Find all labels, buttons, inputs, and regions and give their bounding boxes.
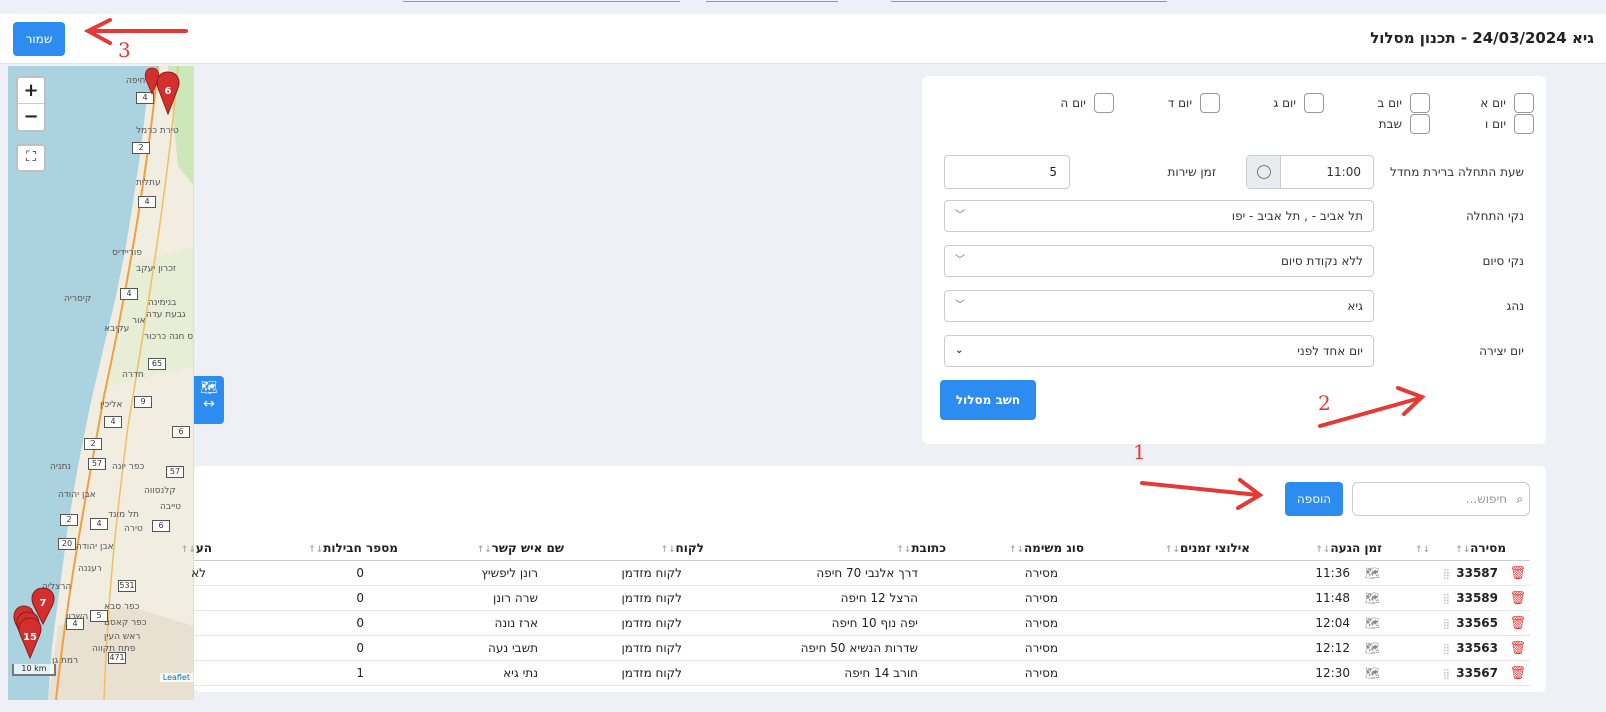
annotation-arrow-1 xyxy=(1140,481,1260,497)
annotation-number-1: 1 xyxy=(1133,440,1146,464)
annotation-number-3: 3 xyxy=(118,38,131,62)
annotation-number-2: 2 xyxy=(1318,391,1331,415)
annotation-overlay xyxy=(83,18,1426,510)
